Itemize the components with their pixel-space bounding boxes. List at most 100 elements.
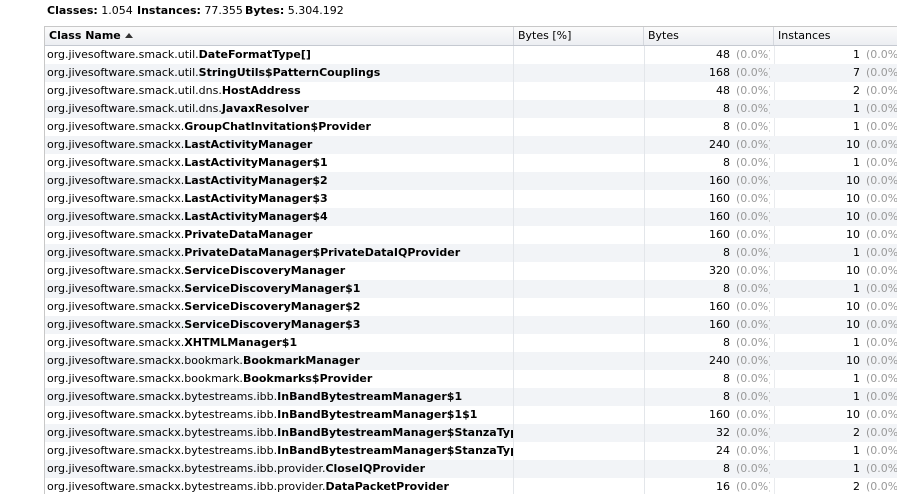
bytes-value: 5.304.192 bbox=[287, 4, 344, 17]
table-row[interactable]: org.jivesoftware.smackx.ServiceDiscovery… bbox=[45, 298, 897, 316]
package-name: org.jivesoftware.smackx. bbox=[47, 300, 185, 313]
bytes-percent: (0.0%) bbox=[736, 84, 770, 97]
bytes-value: 8 bbox=[723, 462, 730, 475]
bytes-percent: (0.0%) bbox=[736, 318, 770, 331]
instances-cell: 1 (0.0%) bbox=[774, 244, 897, 262]
package-name: org.jivesoftware.smackx. bbox=[47, 264, 185, 277]
instances-cell: 7 (0.0%) bbox=[774, 64, 897, 82]
class-name-cell: org.jivesoftware.smackx.LastActivityMana… bbox=[47, 172, 513, 190]
table-row[interactable]: org.jivesoftware.smack.util.DateFormatTy… bbox=[45, 46, 897, 64]
table-row[interactable]: org.jivesoftware.smack.util.dns.HostAddr… bbox=[45, 82, 897, 100]
instances-percent: (0.0%) bbox=[866, 102, 897, 115]
instances-cell: 10 (0.0%) bbox=[774, 208, 897, 226]
package-name: org.jivesoftware.smackx. bbox=[47, 246, 185, 259]
table-row[interactable]: org.jivesoftware.smackx.GroupChatInvitat… bbox=[45, 118, 897, 136]
column-header-instances-label: Instances bbox=[778, 29, 831, 42]
bytes-value: 32 bbox=[716, 426, 730, 439]
table-row[interactable]: org.jivesoftware.smackx.XHTMLManager$1 8 (… bbox=[45, 334, 897, 352]
bytes-cell: 8 (0.0%) bbox=[644, 280, 770, 298]
package-name: org.jivesoftware.smack.util.dns. bbox=[47, 102, 222, 115]
instances-value: 1 bbox=[853, 156, 860, 169]
table-row[interactable]: org.jivesoftware.smackx.bytestreams.ibb.… bbox=[45, 460, 897, 478]
instances-value: 2 bbox=[853, 426, 860, 439]
instances-percent: (0.0%) bbox=[866, 282, 897, 295]
table-row[interactable]: org.jivesoftware.smackx.bytestreams.ibb.… bbox=[45, 406, 897, 424]
instances-percent: (0.0%) bbox=[866, 66, 897, 79]
table-row[interactable]: org.jivesoftware.smackx.LastActivityMana… bbox=[45, 190, 897, 208]
package-name: org.jivesoftware.smackx.bookmark. bbox=[47, 372, 243, 385]
bytes-pct-cell bbox=[513, 370, 645, 388]
table-row[interactable]: org.jivesoftware.smackx.ServiceDiscovery… bbox=[45, 262, 897, 280]
table-row[interactable]: org.jivesoftware.smackx.bytestreams.ibb.… bbox=[45, 424, 897, 442]
left-gutter bbox=[0, 22, 44, 493]
bytes-cell: 32 (0.0%) bbox=[644, 424, 770, 442]
class-simple-name: StringUtils$PatternCouplings bbox=[198, 66, 381, 79]
table-row[interactable]: org.jivesoftware.smackx.PrivateDataManag… bbox=[45, 244, 897, 262]
instances-percent: (0.0%) bbox=[866, 264, 897, 277]
class-simple-name: ServiceDiscoveryManager$1 bbox=[184, 282, 361, 295]
column-header-bytes[interactable]: Bytes bbox=[644, 27, 774, 45]
bytes-pct-cell bbox=[513, 244, 645, 262]
table-row[interactable]: org.jivesoftware.smackx.bytestreams.ibb.… bbox=[45, 388, 897, 406]
bytes-pct-cell bbox=[513, 64, 645, 82]
bytes-percent: (0.0%) bbox=[736, 210, 770, 223]
column-header-bytes-pct[interactable]: Bytes [%] bbox=[514, 27, 644, 45]
table-row[interactable]: org.jivesoftware.smack.util.StringUtils$… bbox=[45, 64, 897, 82]
table-row[interactable]: org.jivesoftware.smackx.bytestreams.ibb.… bbox=[45, 478, 897, 494]
instances-percent: (0.0%) bbox=[866, 408, 897, 421]
table-row[interactable]: org.jivesoftware.smackx.ServiceDiscovery… bbox=[45, 280, 897, 298]
bytes-pct-cell bbox=[513, 208, 645, 226]
table-row[interactable]: org.jivesoftware.smackx.LastActivityMana… bbox=[45, 208, 897, 226]
bytes-value: 168 bbox=[709, 66, 730, 79]
bytes-percent: (0.0%) bbox=[736, 480, 770, 493]
class-simple-name: ServiceDiscoveryManager bbox=[184, 264, 346, 277]
instances-cell: 1 (0.0%) bbox=[774, 442, 897, 460]
column-header-class-name[interactable]: Class Name bbox=[45, 27, 514, 45]
table-row[interactable]: org.jivesoftware.smackx.LastActivityMana… bbox=[45, 172, 897, 190]
table-row[interactable]: org.jivesoftware.smack.util.dns.JavaxRes… bbox=[45, 100, 897, 118]
bytes-value: 240 bbox=[709, 138, 730, 151]
classes-value: 1.054 bbox=[101, 4, 133, 17]
instances-percent: (0.0%) bbox=[866, 354, 897, 367]
table-row[interactable]: org.jivesoftware.smackx.bookmark.Bookmar… bbox=[45, 352, 897, 370]
package-name: org.jivesoftware.smack.util. bbox=[47, 66, 199, 79]
instances-summary: Instances: 77.355 bbox=[137, 4, 243, 17]
bytes-cell: 320 (0.0%) bbox=[644, 262, 770, 280]
package-name: org.jivesoftware.smackx.bytestreams.ibb. bbox=[47, 444, 278, 457]
instances-value: 1 bbox=[853, 282, 860, 295]
table-row[interactable]: org.jivesoftware.smackx.PrivateDataManag… bbox=[45, 226, 897, 244]
bytes-pct-cell bbox=[513, 478, 645, 494]
instances-cell: 10 (0.0%) bbox=[774, 406, 897, 424]
column-header-instances[interactable]: Instances bbox=[774, 27, 897, 45]
instances-percent: (0.0%) bbox=[866, 228, 897, 241]
class-name-cell: org.jivesoftware.smackx.ServiceDiscovery… bbox=[47, 262, 513, 280]
table-row[interactable]: org.jivesoftware.smackx.bookmark.Bookmar… bbox=[45, 370, 897, 388]
package-name: org.jivesoftware.smackx. bbox=[47, 138, 185, 151]
table-row[interactable]: org.jivesoftware.smackx.ServiceDiscovery… bbox=[45, 316, 897, 334]
sort-ascending-icon bbox=[124, 33, 133, 38]
instances-percent: (0.0%) bbox=[866, 462, 897, 475]
bytes-percent: (0.0%) bbox=[736, 246, 770, 259]
instances-cell: 1 (0.0%) bbox=[774, 100, 897, 118]
bytes-cell: 160 (0.0%) bbox=[644, 208, 770, 226]
instances-cell: 1 (0.0%) bbox=[774, 388, 897, 406]
bytes-value: 240 bbox=[709, 354, 730, 367]
class-name-cell: org.jivesoftware.smack.util.dns.JavaxRes… bbox=[47, 100, 513, 118]
table-row[interactable]: org.jivesoftware.smackx.LastActivityMana… bbox=[45, 154, 897, 172]
bytes-percent: (0.0%) bbox=[736, 354, 770, 367]
bytes-pct-cell bbox=[513, 136, 645, 154]
class-simple-name: InBandBytestreamManager$StanzaType[] bbox=[277, 444, 513, 457]
table-row[interactable]: org.jivesoftware.smackx.bytestreams.ibb.… bbox=[45, 442, 897, 460]
bytes-pct-cell bbox=[513, 46, 645, 64]
package-name: org.jivesoftware.smackx. bbox=[47, 282, 185, 295]
instances-value: 10 bbox=[846, 228, 860, 241]
heap-class-table: Class Name Bytes [%] Bytes Instances org… bbox=[44, 26, 897, 494]
instances-value: 10 bbox=[846, 354, 860, 367]
class-simple-name: LastActivityManager$4 bbox=[184, 210, 328, 223]
table-row[interactable]: org.jivesoftware.smackx.LastActivityMana… bbox=[45, 136, 897, 154]
instances-value: 1 bbox=[853, 336, 860, 349]
instances-cell: 1 (0.0%) bbox=[774, 334, 897, 352]
bytes-percent: (0.0%) bbox=[736, 192, 770, 205]
bytes-pct-cell bbox=[513, 442, 645, 460]
bytes-value: 160 bbox=[709, 210, 730, 223]
